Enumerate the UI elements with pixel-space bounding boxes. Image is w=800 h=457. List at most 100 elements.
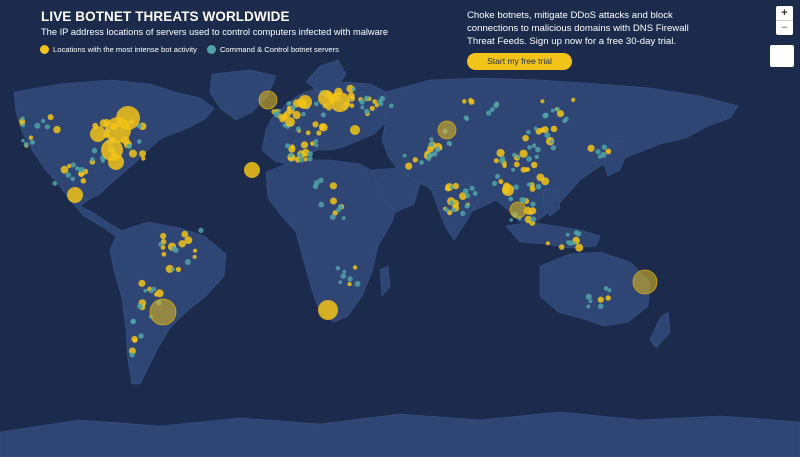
cnc-server-marker	[377, 99, 382, 104]
cnc-server-marker	[198, 227, 204, 233]
page-subtitle: The IP address locations of servers used…	[41, 27, 389, 37]
cnc-server-marker	[138, 333, 144, 339]
bot-activity-marker	[522, 134, 529, 142]
cnc-server-marker	[450, 207, 456, 213]
cnc-server-marker	[564, 116, 569, 122]
cnc-server-marker	[70, 176, 75, 182]
cnc-server-marker	[352, 87, 356, 91]
cnc-server-marker	[65, 172, 72, 178]
cnc-server-marker	[586, 304, 591, 309]
cnc-server-marker	[277, 109, 281, 113]
cnc-server-marker	[526, 182, 532, 187]
cnc-server-marker	[359, 99, 366, 105]
hotspot-marker	[632, 269, 658, 295]
hotspot-marker	[285, 117, 295, 127]
bot-activity-marker	[462, 99, 467, 104]
indonesia	[505, 221, 601, 249]
bot-activity-marker	[550, 125, 558, 133]
cnc-server-marker	[550, 145, 557, 151]
cnc-server-marker	[585, 293, 592, 300]
bot-activity-marker	[352, 265, 358, 270]
cnc-server-marker	[402, 153, 407, 158]
cnc-server-marker	[347, 276, 353, 282]
cnc-server-marker	[91, 147, 98, 154]
hotspot-marker	[502, 184, 514, 196]
cnc-server-marker	[307, 156, 313, 162]
legend-label: Command & Control botnet servers	[219, 45, 339, 54]
cnc-server-marker	[534, 154, 539, 160]
cnc-server-marker	[531, 143, 537, 148]
cnc-server-marker	[171, 267, 175, 272]
bot-activity-marker	[571, 97, 576, 102]
bot-activity-marker	[316, 130, 322, 136]
cnc-server-marker	[513, 184, 519, 190]
map-viewport[interactable]: LIVE BOTNET THREATS WORLDWIDE The IP add…	[0, 0, 800, 457]
cnc-server-marker	[464, 116, 470, 121]
cnc-server-marker	[419, 160, 424, 165]
hotspot-marker	[116, 106, 140, 130]
cnc-server-marker	[464, 203, 470, 209]
start-free-trial-button[interactable]: Start my free trial	[467, 53, 572, 70]
cnc-server-marker	[70, 162, 76, 168]
zoom-in-button[interactable]: +	[776, 6, 793, 20]
hotspot-marker	[244, 162, 260, 178]
cnc-server-marker	[544, 132, 551, 139]
bot-activity-marker	[541, 177, 550, 186]
cnc-server-marker	[101, 159, 105, 163]
legend-item-bot-activity: Locations with the most intense bot acti…	[40, 45, 197, 54]
fullscreen-button[interactable]	[770, 45, 794, 67]
cnc-server-marker	[542, 112, 549, 119]
cnc-server-marker	[130, 318, 137, 325]
promo-text: Choke botnets, mitigate DDoS attacks and…	[467, 10, 689, 48]
bot-activity-marker	[605, 148, 612, 155]
cnc-server-marker	[509, 218, 513, 222]
cnc-server-marker	[526, 156, 532, 162]
cnc-server-marker	[607, 288, 612, 293]
bot-activity-marker	[178, 240, 186, 248]
bot-activity-marker	[558, 244, 565, 250]
cnc-server-marker	[432, 151, 438, 157]
cnc-server-marker	[597, 154, 602, 159]
hotspot-marker	[90, 126, 106, 142]
hotspot-marker	[318, 90, 334, 106]
cnc-server-marker	[285, 143, 291, 149]
cnc-server-marker	[364, 108, 370, 115]
cnc-server-marker	[601, 144, 608, 150]
cnc-server-marker	[516, 155, 521, 159]
bot-activity-marker	[575, 243, 584, 252]
cnc-server-marker	[444, 207, 450, 213]
cnc-server-marker	[486, 110, 492, 116]
cnc-server-marker	[428, 142, 434, 147]
cnc-server-marker	[137, 139, 142, 144]
cnc-server-marker	[472, 191, 478, 196]
cnc-server-marker	[527, 145, 532, 150]
bot-activity-marker	[605, 295, 611, 301]
cnc-server-marker	[338, 280, 343, 285]
zoom-out-button[interactable]: −	[776, 20, 793, 35]
cnc-server-marker	[530, 216, 537, 223]
cnc-server-marker	[129, 352, 135, 358]
bot-activity-marker	[545, 241, 551, 246]
bot-activity-marker	[496, 148, 505, 158]
cnc-server-marker	[511, 167, 516, 172]
cnc-server-marker	[320, 112, 326, 118]
world-map[interactable]	[0, 0, 800, 457]
cnc-server-marker	[364, 95, 369, 101]
cnc-server-marker	[588, 299, 593, 304]
bot-activity-marker	[131, 335, 138, 343]
cnc-server-marker	[341, 216, 346, 221]
cnc-server-marker	[34, 122, 41, 129]
cnc-server-marker	[44, 124, 51, 130]
bot-activity-marker	[319, 123, 328, 132]
cnc-server-marker	[20, 116, 25, 121]
bot-activity-marker	[529, 186, 536, 192]
cnc-server-marker	[449, 200, 455, 206]
cnc-server-marker	[426, 152, 433, 159]
bot-activity-marker	[80, 178, 87, 184]
bot-activity-marker	[597, 296, 604, 303]
bot-activity-marker	[160, 232, 167, 240]
bot-activity-marker	[154, 292, 159, 297]
cnc-server-marker	[573, 230, 579, 236]
cnc-server-marker	[313, 139, 319, 144]
cnc-server-marker	[314, 143, 319, 148]
